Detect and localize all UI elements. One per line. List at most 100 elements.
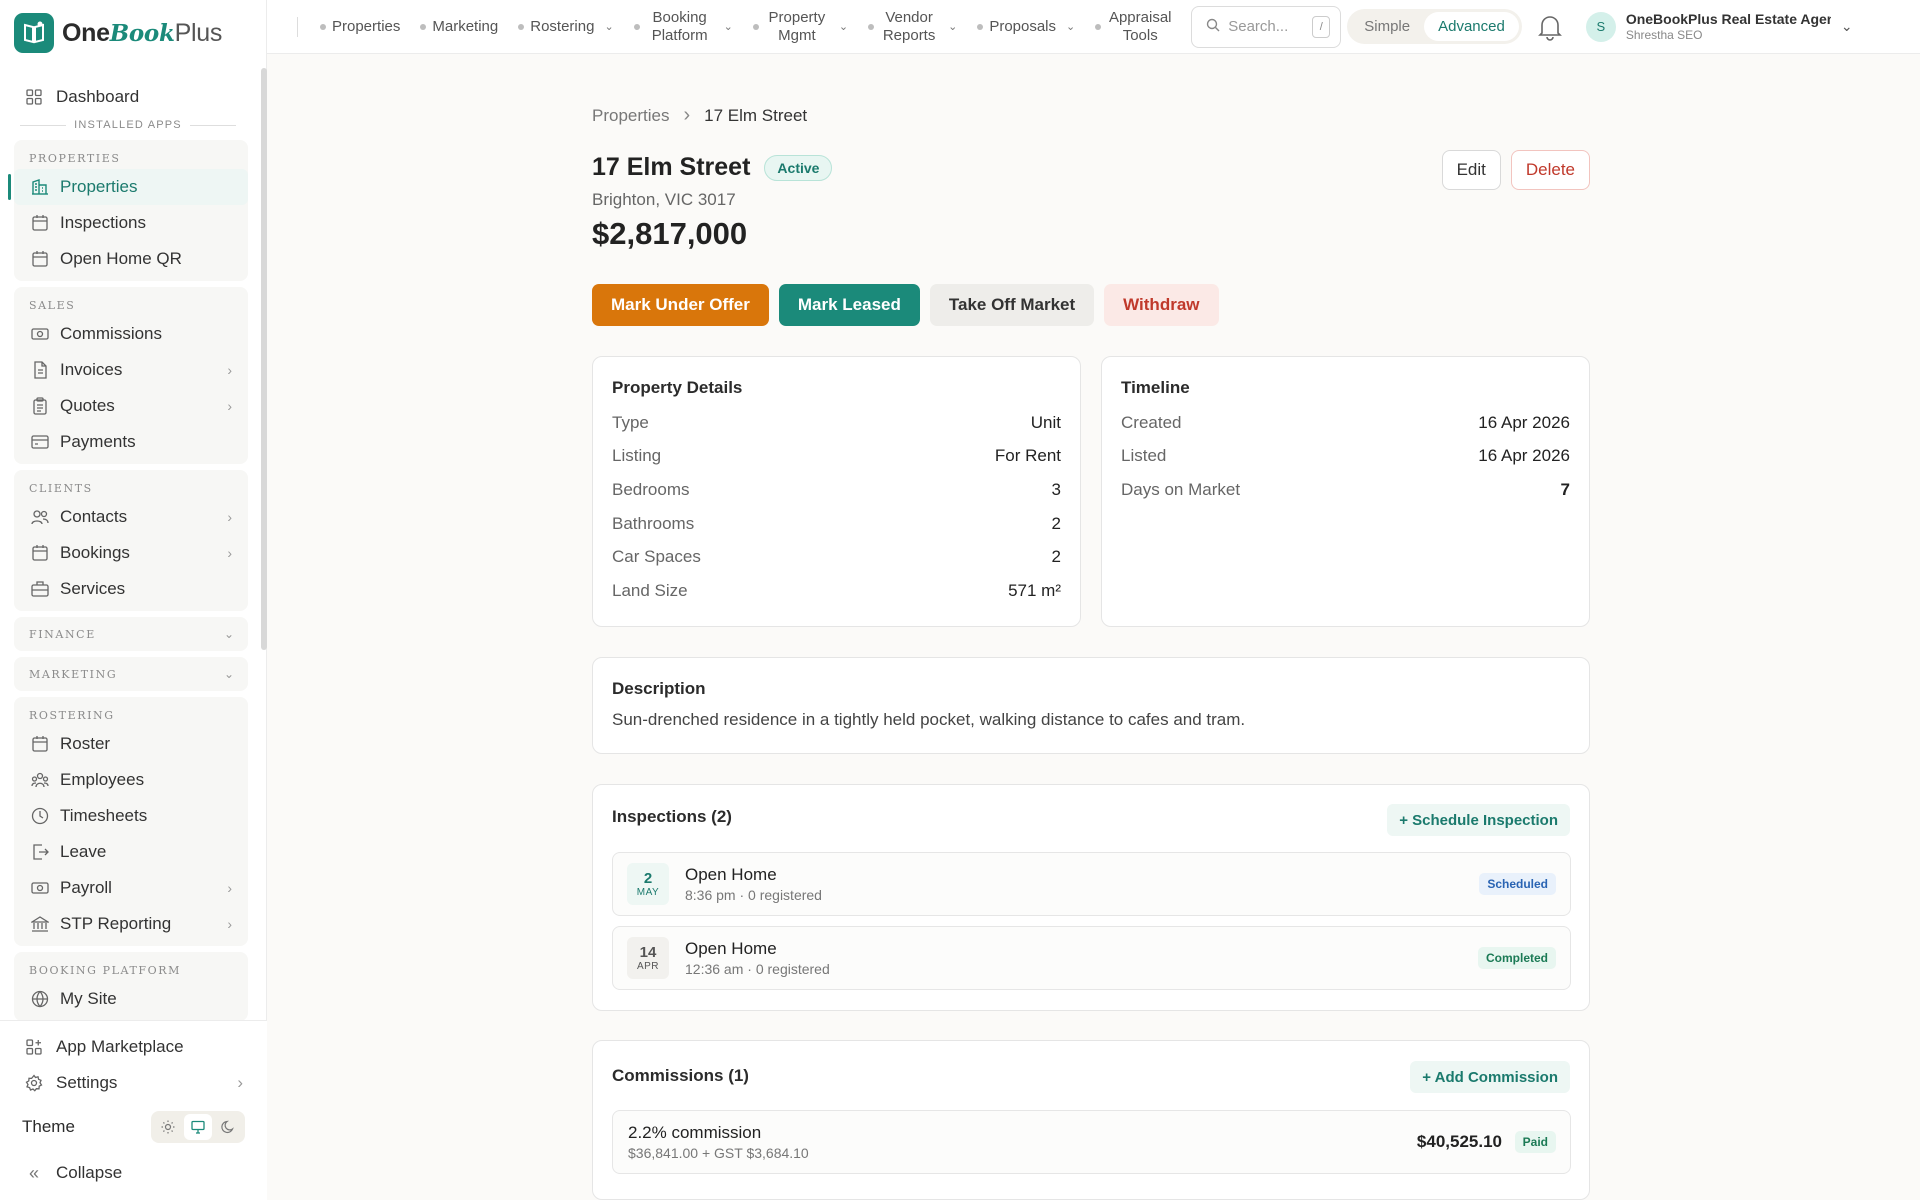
- sidebar-item-payroll[interactable]: Payroll ›: [14, 870, 248, 906]
- sidebar-item-dashboard[interactable]: Dashboard: [0, 78, 262, 116]
- sidebar-item-stp-reporting[interactable]: STP Reporting ›: [14, 906, 248, 942]
- double-chevron-left-icon: «: [28, 1162, 39, 1183]
- mode-simple[interactable]: Simple: [1350, 12, 1424, 41]
- topnav-marketing[interactable]: Marketing: [410, 18, 508, 36]
- search-input[interactable]: Search... /: [1191, 5, 1342, 48]
- log-out-icon: [30, 842, 50, 862]
- sidebar-item-label: Open Home QR: [60, 249, 182, 268]
- sidebar-item-quotes[interactable]: Quotes ›: [14, 388, 248, 424]
- users-icon: [30, 507, 50, 527]
- detail-row-bathrooms: Bathrooms 2: [612, 513, 1061, 533]
- app-logo[interactable]: OneBookPlus: [14, 13, 222, 53]
- property-address: Brighton, VIC 3017: [592, 190, 736, 209]
- chevron-right-icon: ›: [227, 880, 232, 896]
- sidebar-scrollbar[interactable]: [261, 68, 267, 650]
- sidebar-item-label: Roster: [60, 734, 111, 753]
- globe-icon: [30, 989, 50, 1009]
- collapse-sidebar-button[interactable]: « Collapse: [0, 1155, 267, 1191]
- sidebar-item-label: Invoices: [60, 360, 123, 379]
- detail-row-bedrooms: Bedrooms 3: [612, 479, 1061, 499]
- mark-under-offer-button[interactable]: Mark Under Offer: [592, 284, 769, 326]
- chevron-right-icon: ›: [227, 509, 232, 525]
- detail-row-land-size: Land Size 571 m²: [612, 580, 1061, 600]
- withdraw-button[interactable]: Withdraw: [1104, 284, 1219, 326]
- group-clients: Clients Contacts › Bookings › Services: [14, 470, 248, 611]
- sidebar-footer: App Marketplace Settings › Theme « Colla…: [0, 1020, 267, 1200]
- sidebar-item-roster[interactable]: Roster: [14, 726, 248, 762]
- calendar-icon: [30, 543, 50, 563]
- detail-row-type: Type Unit: [612, 412, 1061, 432]
- group-properties: Properties Properties Inspections Open H…: [8, 140, 248, 281]
- moon-icon[interactable]: [214, 1114, 242, 1140]
- sidebar-item-payments[interactable]: Payments: [14, 424, 248, 460]
- sidebar-item-invoices[interactable]: Invoices ›: [14, 352, 248, 388]
- sidebar-item-settings[interactable]: Settings ›: [0, 1065, 267, 1101]
- card-title: Property Details: [612, 378, 743, 397]
- property-price: $2,817,000: [592, 216, 748, 251]
- property-details-card: Property Details Type Unit Listing For Ren…: [592, 356, 1081, 627]
- file-icon: [30, 360, 50, 380]
- breadcrumb-link-properties[interactable]: Properties: [592, 106, 669, 126]
- topnav-vendor-reports[interactable]: Vendor Reports ⌄: [858, 9, 967, 45]
- timeline-card: Timeline Created 16 Apr 2026 Listed 16 Apr…: [1101, 356, 1590, 627]
- sidebar-item-commissions[interactable]: Commissions: [14, 316, 248, 352]
- banknote-icon: [30, 324, 50, 344]
- sidebar-item-properties[interactable]: Properties: [8, 169, 248, 205]
- chevron-down-icon: ⌄: [948, 20, 958, 33]
- delete-button[interactable]: Delete: [1510, 150, 1590, 190]
- inspection-row[interactable]: 14 APR Open Home 12:36 am · 0 registered…: [612, 926, 1571, 990]
- grid-icon: [24, 87, 44, 107]
- commission-row[interactable]: 2.2% commission $36,841.00 + GST $3,684.…: [612, 1110, 1571, 1174]
- topnav-property-mgmt[interactable]: Property Mgmt ⌄: [743, 9, 858, 45]
- topnav-proposals[interactable]: Proposals ⌄: [967, 18, 1085, 36]
- users-icon: [30, 770, 50, 790]
- avatar: S: [1585, 11, 1616, 42]
- group-title: Clients: [29, 482, 93, 495]
- monitor-icon[interactable]: [184, 1114, 212, 1140]
- inspection-row[interactable]: 2 MAY Open Home 8:36 pm · 0 registered S…: [612, 852, 1571, 916]
- chevron-right-icon: ›: [227, 398, 232, 414]
- group-marketing[interactable]: Marketing ⌄: [14, 657, 248, 691]
- take-off-market-button[interactable]: Take Off Market: [929, 284, 1095, 326]
- sidebar-item-label: Payments: [60, 432, 136, 451]
- schedule-inspection-button[interactable]: + Schedule Inspection: [1387, 804, 1570, 836]
- sidebar-item-open-home-qr[interactable]: Open Home QR: [14, 241, 248, 277]
- sidebar-item-my-site[interactable]: My Site: [14, 981, 248, 1017]
- group-title: Marketing: [29, 667, 118, 681]
- clipboard-icon: [30, 396, 50, 416]
- sidebar-item-contacts[interactable]: Contacts ›: [14, 499, 248, 535]
- sidebar-item-inspections[interactable]: Inspections: [14, 205, 248, 241]
- add-commission-button[interactable]: + Add Commission: [1410, 1061, 1570, 1093]
- sidebar-item-app-marketplace[interactable]: App Marketplace: [0, 1029, 267, 1065]
- topnav-appraisal-tools[interactable]: Appraisal Tools: [1085, 9, 1183, 45]
- group-sales: Sales Commissions Invoices › Quotes › Pa…: [14, 287, 248, 464]
- sidebar-item-bookings[interactable]: Bookings ›: [14, 535, 248, 571]
- notifications-bell-icon[interactable]: [1532, 9, 1568, 45]
- topnav-booking-platform[interactable]: Booking Platform ⌄: [624, 9, 743, 45]
- account-menu[interactable]: S OneBookPlus Real Estate Agency Shresth…: [1585, 11, 1853, 42]
- edit-button[interactable]: Edit: [1441, 150, 1501, 190]
- sidebar-item-label: Quotes: [60, 396, 115, 415]
- sun-icon[interactable]: [154, 1114, 182, 1140]
- theme-toggle: [151, 1111, 245, 1143]
- book-logo-icon: [14, 13, 54, 53]
- commissions-card: Commissions (1) + Add Commission 2.2% co…: [592, 1040, 1590, 1200]
- sidebar-item-employees[interactable]: Employees: [14, 762, 248, 798]
- chevron-down-icon: ⌄: [604, 20, 614, 33]
- mode-advanced[interactable]: Advanced: [1424, 12, 1519, 41]
- topnav-rostering[interactable]: Rostering ⌄: [508, 18, 623, 36]
- chevron-down-icon: ⌄: [223, 627, 234, 641]
- mark-leased-button[interactable]: Mark Leased: [778, 284, 920, 326]
- chevron-right-icon: ›: [683, 104, 691, 126]
- sidebar-item-label: Settings: [56, 1073, 118, 1092]
- group-title: Finance: [29, 627, 96, 641]
- sidebar-item-leave[interactable]: Leave: [14, 834, 248, 870]
- sidebar-item-timesheets[interactable]: Timesheets: [14, 798, 248, 834]
- description-card: Description Sun-drenched residence in a …: [592, 657, 1590, 754]
- group-finance[interactable]: Finance ⌄: [14, 617, 248, 651]
- sidebar-item-services[interactable]: Services: [14, 571, 248, 607]
- sidebar-item-label: Commissions: [60, 324, 163, 343]
- description-text: Sun-drenched residence in a tightly held…: [612, 710, 1246, 729]
- topnav-properties[interactable]: Properties: [310, 18, 410, 36]
- calendar-icon: [30, 249, 50, 269]
